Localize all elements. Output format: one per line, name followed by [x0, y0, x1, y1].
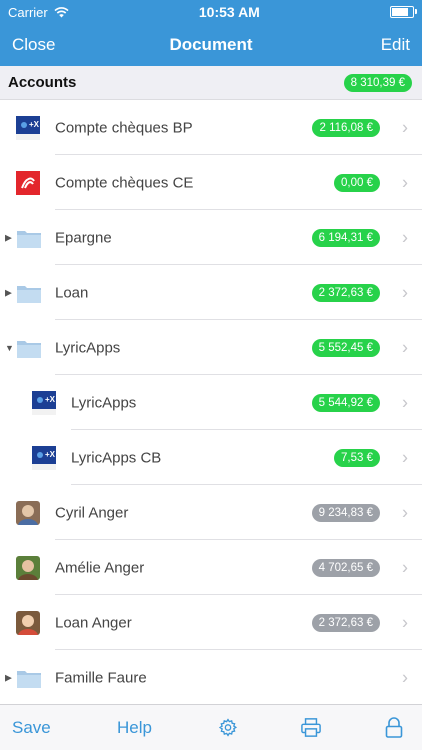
- balance-badge: 6 194,31 €: [311, 228, 380, 247]
- balance-badge: 2 372,63 €: [311, 283, 380, 302]
- bottom-toolbar: Save Help: [0, 704, 422, 750]
- balance-badge: 7,53 €: [334, 448, 380, 467]
- folder-icon: [16, 227, 42, 249]
- avatar-amelie: [16, 555, 40, 580]
- chevron-right-icon: ›: [402, 667, 408, 687]
- balance-badge: 4 702,65 €: [311, 558, 380, 577]
- account-name: LyricApps: [71, 394, 137, 411]
- account-name: Compte chèques BP: [55, 119, 193, 136]
- account-name: LyricApps: [55, 339, 121, 356]
- chevron-right-icon: ›: [402, 502, 408, 522]
- account-name: Loan: [55, 284, 89, 301]
- account-name: LyricApps CB: [71, 449, 162, 466]
- balance-badge: 9 234,83 €: [311, 503, 380, 522]
- total-balance-badge: 8 310,39 €: [343, 73, 412, 92]
- chevron-right-icon: ›: [402, 557, 408, 577]
- carrier-label: Carrier: [8, 4, 48, 20]
- balance-badge: 2 116,08 €: [312, 118, 380, 137]
- bank-bp-icon: +X: [16, 115, 40, 140]
- close-button[interactable]: Close: [12, 35, 55, 55]
- account-row[interactable]: Amélie Anger 4 702,65 € ›: [0, 540, 422, 595]
- battery-icon: [390, 6, 417, 18]
- account-row[interactable]: +X LyricApps 5 544,92 € ›: [0, 375, 422, 430]
- bank-bp-icon: +X: [32, 445, 56, 470]
- clock: 10:53 AM: [198, 4, 260, 20]
- balance-badge: 5 552,45 €: [311, 338, 380, 357]
- svg-text:+X: +X: [45, 395, 56, 404]
- disclosure-collapsed-icon[interactable]: ▶: [5, 287, 13, 298]
- folder-icon: [16, 667, 42, 689]
- accounts-section-header: Accounts 8 310,39 €: [0, 66, 422, 100]
- chevron-right-icon: ›: [402, 337, 408, 357]
- balance-badge: 5 544,92 €: [311, 393, 380, 412]
- gear-icon[interactable]: [218, 718, 238, 743]
- printer-icon[interactable]: [300, 718, 322, 743]
- chevron-right-icon: ›: [402, 117, 408, 137]
- accounts-list: +X Compte chèques BP 2 116,08 € › Compte chè…: [0, 100, 422, 704]
- account-name: Famille Faure: [55, 669, 147, 686]
- balance-badge: 2 372,63 €: [311, 613, 380, 632]
- status-left: Carrier: [8, 5, 69, 20]
- avatar-cyril: [16, 500, 40, 525]
- wifi-icon: [54, 6, 69, 17]
- page-title: Document: [169, 35, 253, 54]
- account-row[interactable]: Loan Anger 2 372,63 € ›: [0, 595, 422, 650]
- account-name: Compte chèques CE: [55, 174, 194, 191]
- save-button[interactable]: Save: [12, 718, 51, 738]
- bank-ce-icon: [16, 170, 40, 195]
- balance-badge: 0,00 €: [334, 173, 380, 192]
- account-name: Cyril Anger: [55, 504, 129, 521]
- account-row[interactable]: Compte chèques CE 0,00 € ›: [0, 155, 422, 210]
- folder-icon: [16, 337, 42, 359]
- edit-button[interactable]: Edit: [381, 35, 410, 55]
- account-row[interactable]: ▶ Epargne 6 194,31 € ›: [0, 210, 422, 265]
- disclosure-expanded-icon[interactable]: ▼: [5, 343, 14, 353]
- disclosure-collapsed-icon[interactable]: ▶: [5, 232, 13, 243]
- account-name: Epargne: [55, 229, 112, 246]
- bank-bp-icon: +X: [32, 390, 56, 415]
- account-row[interactable]: +X LyricApps CB 7,53 € ›: [0, 430, 422, 485]
- account-name: Amélie Anger: [55, 559, 145, 576]
- navigation-bar: Close Document Edit: [0, 24, 422, 66]
- account-row[interactable]: Cyril Anger 9 234,83 € ›: [0, 485, 422, 540]
- account-name: Loan Anger: [55, 614, 132, 631]
- chevron-right-icon: ›: [402, 227, 408, 247]
- lock-icon[interactable]: [385, 717, 403, 744]
- svg-text:+X: +X: [29, 120, 40, 129]
- help-button[interactable]: Help: [117, 718, 152, 738]
- disclosure-collapsed-icon[interactable]: ▶: [5, 672, 13, 683]
- chevron-right-icon: ›: [402, 447, 408, 467]
- account-row[interactable]: ▶ Loan 2 372,63 € ›: [0, 265, 422, 320]
- account-row[interactable]: ▼ LyricApps 5 552,45 € ›: [0, 320, 422, 375]
- chevron-right-icon: ›: [402, 392, 408, 412]
- svg-text:+X: +X: [45, 450, 56, 459]
- account-row[interactable]: ▶ Famille Faure ›: [0, 650, 422, 704]
- account-row[interactable]: +X Compte chèques BP 2 116,08 € ›: [0, 100, 422, 155]
- chevron-right-icon: ›: [402, 282, 408, 302]
- folder-icon: [16, 282, 42, 304]
- chevron-right-icon: ›: [402, 172, 408, 192]
- section-title: Accounts: [8, 74, 77, 91]
- avatar-loan: [16, 610, 40, 635]
- chevron-right-icon: ›: [402, 612, 408, 632]
- status-bar: Carrier 10:53 AM: [0, 0, 422, 24]
